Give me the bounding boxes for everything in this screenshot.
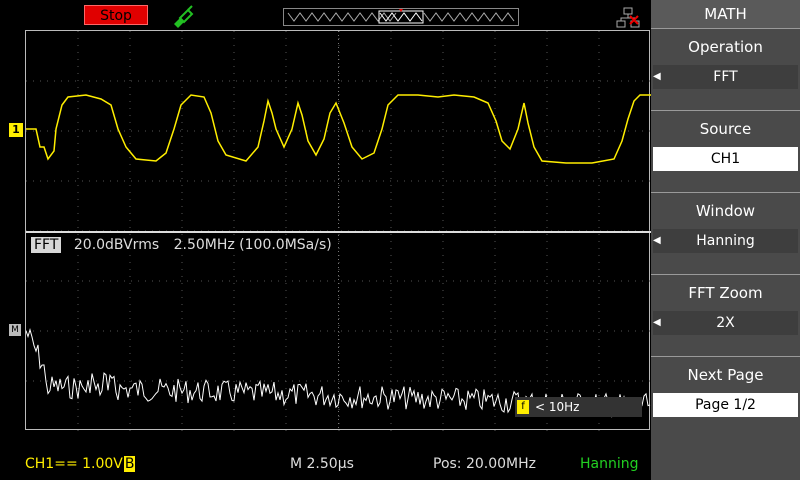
menu-value[interactable]: Page 1/2 [653,393,798,417]
fft-tag: FFT [31,237,62,253]
menu-label: Next Page [687,366,764,384]
menu-value-text: FFT [713,69,738,85]
fft-info: FFT 20.0dBVrms 2.50MHz (100.0MSa/s) [31,237,342,253]
trigger-position-icon [283,8,519,26]
left-arrow-icon: ◀ [653,317,661,328]
math-menu: MATH Operation ◀ FFT Source CH1 Window ◀ H… [651,0,800,480]
menu-value[interactable]: ◀ 2X [653,311,798,335]
menu-label: Operation [688,38,763,56]
menu-item-operation[interactable]: Operation ◀ FFT [651,28,800,110]
timebase: M 2.50µs [290,456,354,472]
menu-value-text: Hanning [696,233,755,249]
fft-rate: 2.50MHz (100.0MSa/s) [173,237,332,253]
menu-value[interactable]: ◀ Hanning [653,229,798,253]
cursor-text: < 10Hz [535,400,580,414]
left-arrow-icon: ◀ [653,235,661,246]
scope-display: FFT 20.0dBVrms 2.50MHz (100.0MSa/s) [25,30,651,431]
channel1-marker: 1 [9,123,23,137]
network-icon [616,7,640,28]
menu-label: Window [695,202,756,220]
menu-title: MATH [651,0,800,28]
math-marker: M [9,324,21,336]
menu-label: Source [699,120,752,138]
window-status: Hanning [580,456,639,472]
menu-value-text: 2X [716,315,735,331]
run-stop-button[interactable]: Stop [84,5,148,25]
left-arrow-icon: ◀ [653,71,661,82]
bandwidth-badge: B [123,456,136,472]
menu-item-source[interactable]: Source CH1 [651,110,800,192]
menu-item-fft-zoom[interactable]: FFT Zoom ◀ 2X [651,274,800,356]
menu-value[interactable]: ◀ FFT [653,65,798,89]
menu-item-next-page[interactable]: Next Page Page 1/2 [651,356,800,438]
menu-label: FFT Zoom [688,284,763,302]
fft-divider [26,231,651,233]
ch1-scale: CH1== 1.00V B [25,456,136,472]
menu-value-text: Page 1/2 [695,397,756,413]
menu-item-window[interactable]: Window ◀ Hanning [651,192,800,274]
menu-value[interactable]: CH1 [653,147,798,171]
cursor-readout: f < 10Hz [515,397,642,417]
ch1-scale-text: CH1== 1.00V [25,456,123,472]
fft-scale: 20.0dBVrms [73,237,160,253]
probe-icon [174,5,194,28]
horizontal-position: Pos: 20.00MHz [433,456,537,472]
menu-value-text: CH1 [710,151,741,167]
cursor-tag: f [517,400,529,414]
